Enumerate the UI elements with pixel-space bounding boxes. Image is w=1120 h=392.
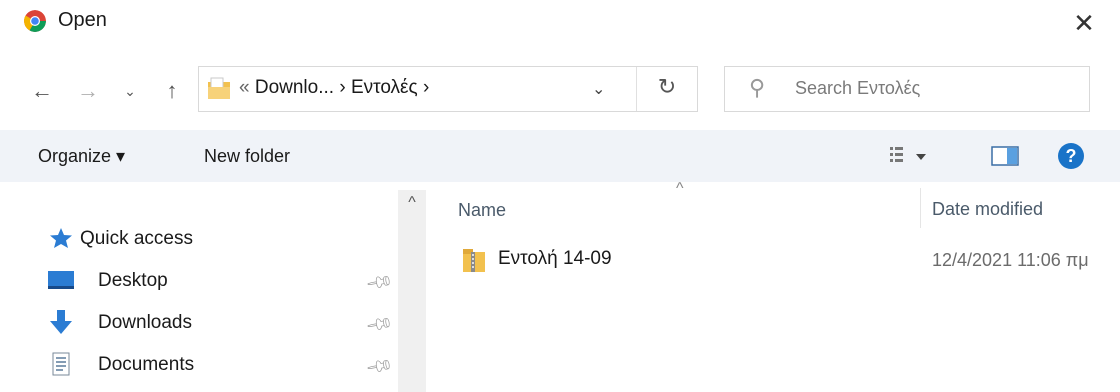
- column-header-name[interactable]: Name: [458, 200, 506, 221]
- file-date-modified: 12/4/2021 11:06 πμ: [932, 250, 1089, 270]
- download-arrow-icon: [50, 310, 72, 334]
- zip-folder-icon: [462, 246, 486, 274]
- preview-pane-button[interactable]: [990, 144, 1022, 168]
- new-folder-button[interactable]: New folder: [204, 146, 290, 167]
- preview-pane-icon: [991, 146, 1019, 166]
- address-path[interactable]: Downlo... › Εντολές ›: [255, 77, 429, 98]
- column-header-date-modified[interactable]: Date modified: [932, 199, 1043, 220]
- close-button[interactable]: ✕: [1066, 6, 1102, 40]
- address-dropdown-button[interactable]: ⌄: [592, 79, 605, 99]
- address-prefix[interactable]: «: [239, 77, 250, 98]
- command-bar: [0, 130, 1120, 182]
- search-input[interactable]: Search Εντολές: [795, 78, 920, 99]
- divider: [636, 67, 637, 111]
- column-divider[interactable]: [920, 188, 921, 228]
- search-icon: ⚲: [749, 75, 766, 100]
- address-bar[interactable]: « Downlo... › Εντολές › ⌄ ↻: [198, 66, 698, 112]
- folder-icon: [207, 77, 231, 101]
- forward-button[interactable]: →: [74, 74, 102, 108]
- change-view-button[interactable]: [888, 142, 930, 170]
- sidebar-item-label: Quick access: [80, 228, 193, 249]
- arrow-right-icon: →: [77, 78, 99, 103]
- view-list-icon: [890, 147, 926, 162]
- chevron-down-icon: ⌄: [592, 81, 606, 98]
- scroll-up-button[interactable]: ^: [398, 190, 426, 216]
- sort-ascending-icon: ^: [676, 180, 684, 197]
- title-bar: [0, 0, 1120, 50]
- recent-locations-button[interactable]: ⌄: [116, 74, 144, 108]
- chrome-icon: [24, 10, 46, 32]
- navigation-scrollbar[interactable]: [398, 190, 426, 392]
- chevron-up-icon: ^: [408, 194, 416, 211]
- help-icon: ?: [1065, 146, 1077, 166]
- document-icon: [52, 352, 70, 376]
- arrow-up-icon: ↑: [166, 78, 178, 103]
- back-button[interactable]: ←: [28, 74, 56, 108]
- search-box[interactable]: ⚲ Search Εντολές: [724, 66, 1090, 112]
- help-button[interactable]: ?: [1058, 143, 1084, 169]
- list-item[interactable]: Εντολή 14-09 12/4/2021 11:06 πμ: [458, 240, 1120, 280]
- sidebar-item-label: Downloads: [98, 312, 192, 333]
- up-button[interactable]: ↑: [158, 74, 186, 108]
- window-title: Open: [58, 9, 107, 31]
- arrow-left-icon: ←: [31, 78, 53, 103]
- organize-button[interactable]: Organize ▾: [38, 146, 125, 167]
- sidebar-item-label: Desktop: [98, 270, 168, 291]
- desktop-icon: [48, 271, 74, 289]
- refresh-icon: ↻: [657, 74, 677, 99]
- sidebar-item-label: Documents: [98, 354, 195, 375]
- file-name: Εντολή 14-09: [498, 248, 612, 269]
- refresh-button[interactable]: ↻: [649, 74, 685, 100]
- chevron-down-icon: ⌄: [124, 83, 136, 99]
- star-icon: [50, 228, 72, 248]
